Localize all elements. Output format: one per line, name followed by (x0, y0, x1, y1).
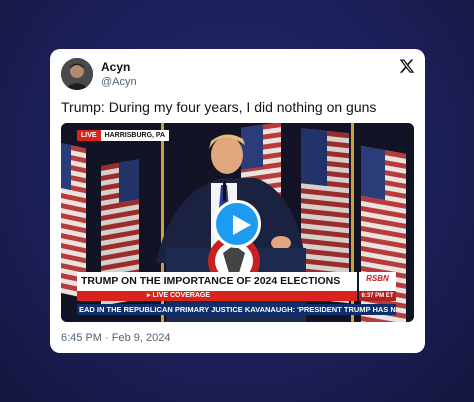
x-logo-icon[interactable] (399, 58, 415, 74)
video-player[interactable]: LIVE HARRISBURG, PA TRUMP ON THE IMPORTA… (61, 123, 414, 322)
user-handle[interactable]: @Acyn (101, 76, 137, 88)
location-label: HARRISBURG, PA (104, 132, 166, 139)
display-name[interactable]: Acyn (101, 60, 130, 74)
avatar[interactable] (61, 58, 93, 90)
play-button[interactable] (213, 200, 261, 248)
network-box: RSBN 6:37 PM ET (359, 272, 396, 301)
play-icon (233, 215, 251, 235)
tweet-text: Trump: During my four years, I did nothi… (61, 99, 377, 115)
broadcast-time: 6:37 PM ET (359, 291, 396, 301)
live-coverage-label: LIVE COVERAGE (152, 292, 211, 299)
news-ticker: EAD IN THE REPUBLICAN PRIMARY JUSTICE KA… (77, 304, 396, 315)
network-logo: RSBN (366, 274, 389, 283)
live-coverage-bar: ▸ LIVE COVERAGE (77, 291, 357, 301)
live-tag: LIVE (77, 130, 101, 141)
headline-banner: TRUMP ON THE IMPORTANCE OF 2024 ELECTION… (77, 272, 357, 291)
live-badge: LIVE HARRISBURG, PA (77, 130, 170, 141)
tweet-card[interactable]: Acyn @Acyn Trump: During my four years, … (50, 49, 425, 353)
tweet-timestamp[interactable]: 6:45 PM · Feb 9, 2024 (61, 332, 170, 344)
